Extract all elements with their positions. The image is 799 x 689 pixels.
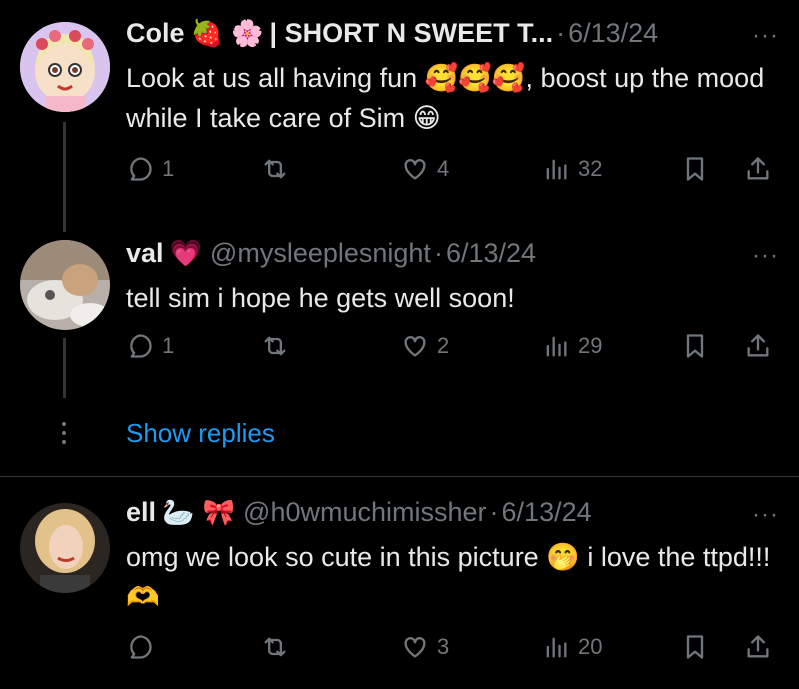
tweet-header: ell 🦢 🎀 @h0wmuchimissher · 6/13/24	[126, 497, 592, 528]
avatar[interactable]	[20, 503, 110, 593]
reply-icon	[130, 334, 152, 358]
action-bar: 1 4 32	[126, 155, 776, 185]
like-button[interactable]: 2	[401, 332, 449, 360]
view-count: 20	[578, 634, 603, 659]
timestamp[interactable]: 6/13/24	[446, 238, 536, 269]
retweet-icon	[264, 336, 286, 356]
like-count: 2	[437, 333, 450, 358]
thread-line	[63, 122, 66, 232]
more-options-icon[interactable]: ···	[752, 242, 779, 270]
display-name[interactable]: Cole	[126, 18, 185, 49]
portrait-avatar-image	[20, 503, 110, 593]
retweet-icon	[264, 159, 286, 179]
name-emojis: 🦢 🎀	[162, 497, 236, 528]
cat-avatar-image	[20, 240, 110, 330]
action-bar: 1 2 29	[126, 332, 776, 362]
reply-button[interactable]: 1	[126, 155, 174, 183]
handle[interactable]: @h0wmuchimissher	[243, 497, 486, 528]
tweet-header: val 💗 @mysleeplesnight · 6/13/24	[126, 238, 536, 269]
tweet-cole[interactable]: Cole 🍓 🌸 | SHORT N SWEET T... · 6/13/24 …	[0, 0, 799, 232]
views-button[interactable]: 29	[542, 332, 602, 360]
reply-icon	[130, 635, 152, 659]
bookmark-icon	[686, 157, 704, 181]
reply-count: 1	[162, 333, 175, 358]
like-count: 3	[437, 634, 450, 659]
share-icon	[747, 334, 769, 357]
bookmark-icon	[686, 635, 704, 659]
views-icon	[546, 336, 567, 357]
timestamp[interactable]: 6/13/24	[502, 497, 592, 528]
bookmark-icon	[686, 334, 704, 358]
name-emojis: 💗	[169, 238, 202, 269]
more-options-icon[interactable]: ···	[752, 501, 779, 529]
show-replies-link[interactable]: Show replies	[126, 418, 275, 449]
views-icon	[546, 159, 567, 180]
heart-icon	[404, 336, 426, 357]
bookmark-button[interactable]	[681, 155, 709, 183]
share-icon	[747, 635, 769, 658]
more-options-icon[interactable]: ···	[752, 22, 779, 50]
tweet-text: Look at us all having fun 🥰🥰🥰, boost up …	[126, 63, 765, 133]
like-button[interactable]: 4	[401, 155, 449, 183]
handle[interactable]: | SHORT N SWEET T...	[270, 18, 554, 49]
tweet-ell[interactable]: ell 🦢 🎀 @h0wmuchimissher · 6/13/24 ··· o…	[0, 477, 799, 689]
heart-icon	[404, 637, 426, 658]
tweet-header: Cole 🍓 🌸 | SHORT N SWEET T... · 6/13/24	[126, 18, 658, 49]
views-button[interactable]: 32	[542, 155, 602, 183]
separator: ·	[556, 18, 566, 48]
tweet-text: omg we look so cute in this picture 🤭 i …	[126, 542, 771, 612]
tweet-val[interactable]: val 💗 @mysleeplesnight · 6/13/24 ··· tel…	[0, 230, 799, 420]
more-replies-dots-icon	[60, 422, 68, 449]
thread-line	[63, 338, 66, 398]
view-count: 29	[578, 333, 603, 358]
cartoon-avatar-image	[20, 22, 110, 112]
separator: ·	[433, 238, 443, 268]
action-bar: 3 20	[126, 633, 776, 663]
reply-count: 1	[162, 156, 175, 181]
retweet-button[interactable]	[261, 332, 297, 360]
views-icon	[546, 637, 567, 658]
separator: ·	[489, 497, 499, 527]
name-emojis: 🍓 🌸	[190, 18, 264, 49]
bookmark-button[interactable]	[681, 633, 709, 661]
bookmark-button[interactable]	[681, 332, 709, 360]
retweet-button[interactable]	[261, 155, 297, 183]
retweet-button[interactable]	[261, 633, 297, 661]
display-name[interactable]: val	[126, 238, 164, 269]
share-icon	[747, 157, 769, 180]
like-button[interactable]: 3	[401, 633, 449, 661]
share-button[interactable]	[744, 633, 772, 661]
share-button[interactable]	[744, 155, 772, 183]
avatar[interactable]	[20, 240, 110, 330]
share-button[interactable]	[744, 332, 772, 360]
views-button[interactable]: 20	[542, 633, 602, 661]
like-count: 4	[437, 156, 450, 181]
reply-icon	[130, 157, 152, 181]
heart-icon	[404, 159, 426, 180]
timestamp[interactable]: 6/13/24	[568, 18, 658, 49]
reply-button[interactable]	[126, 633, 162, 661]
retweet-icon	[264, 637, 286, 657]
display-name[interactable]: ell	[126, 497, 156, 528]
avatar[interactable]	[20, 22, 110, 112]
handle[interactable]: @mysleeplesnight	[210, 238, 431, 269]
view-count: 32	[578, 156, 603, 181]
reply-button[interactable]: 1	[126, 332, 174, 360]
tweet-text: tell sim i hope he gets well soon!	[126, 283, 515, 313]
